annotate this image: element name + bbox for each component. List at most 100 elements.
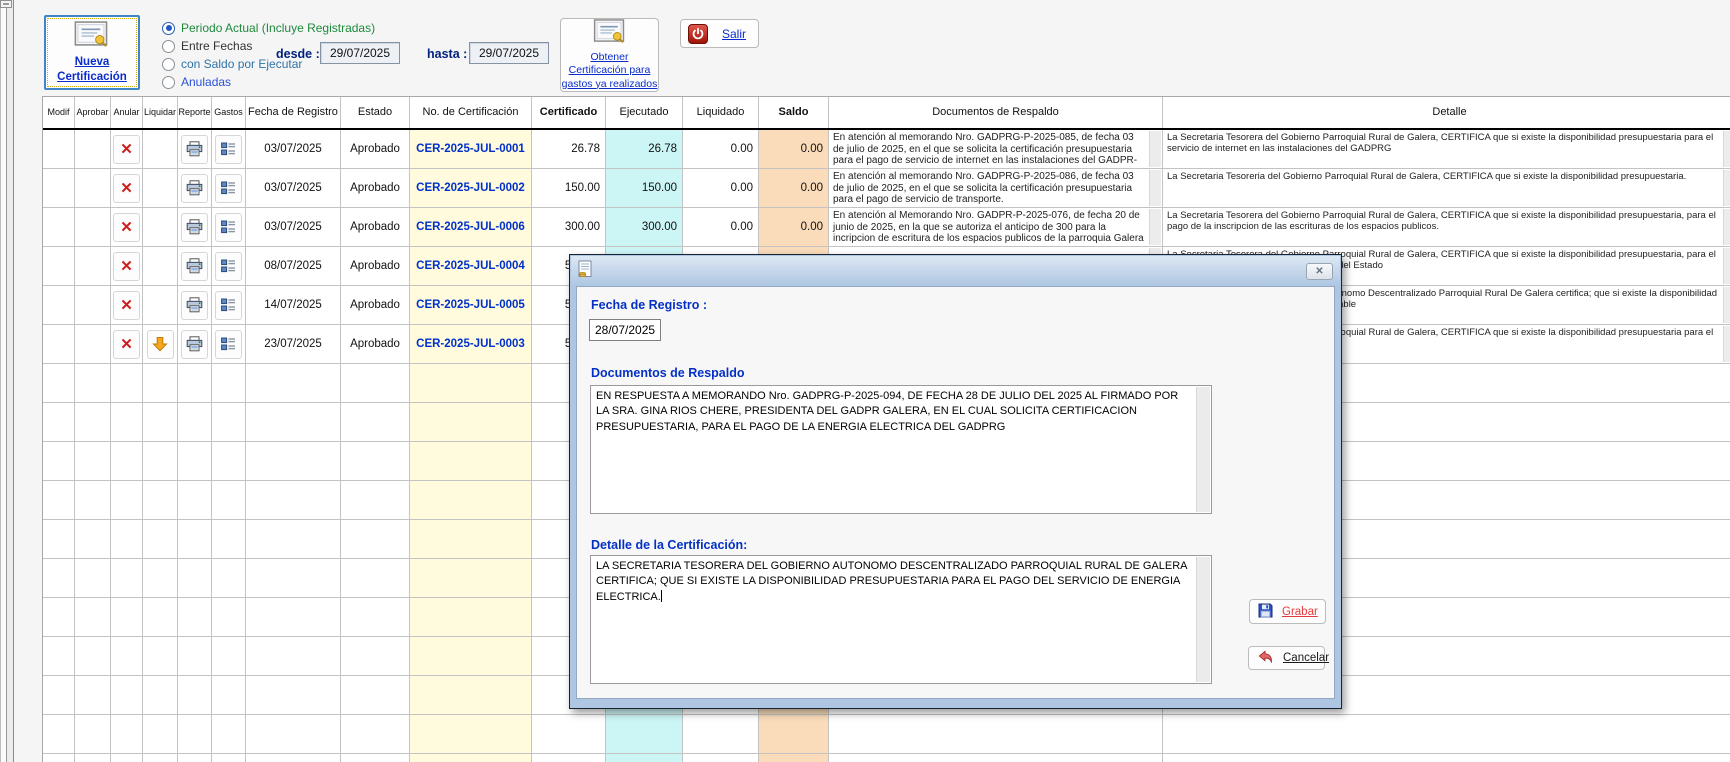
liquidar-button[interactable] [147, 330, 174, 359]
cell-scrollbar[interactable] [1149, 170, 1161, 206]
radio-option-3[interactable]: Anuladas [162, 75, 375, 89]
reporte-cell [178, 286, 212, 325]
cell-scrollbar[interactable] [1723, 131, 1730, 167]
salir-button[interactable]: Salir [680, 19, 759, 48]
empty-cell [532, 754, 606, 762]
printer-icon [186, 336, 203, 352]
empty-cell [212, 559, 246, 598]
reporte-button[interactable] [181, 330, 208, 359]
empty-cell [1163, 754, 1730, 762]
gastos-button[interactable] [215, 252, 242, 281]
empty-cell [410, 715, 532, 754]
reporte-button[interactable] [181, 213, 208, 242]
empty-cell [143, 754, 178, 762]
radio-icon[interactable] [162, 22, 175, 35]
anular-button[interactable]: ✕ [113, 252, 140, 281]
radio-icon[interactable] [162, 76, 175, 89]
grabar-label: Grabar [1282, 606, 1318, 618]
fecha-registro-label: Fecha de Registro : [591, 298, 707, 312]
gastos-button[interactable] [215, 174, 242, 203]
obtener-certificacion-button[interactable]: Obtener Certificación para gastos ya rea… [560, 18, 659, 92]
fecha-registro-input[interactable]: 28/07/2025 [589, 319, 661, 341]
empty-cell [43, 442, 75, 481]
cancelar-button[interactable]: Cancelar [1248, 646, 1325, 670]
reporte-button[interactable] [181, 135, 208, 164]
cell-scrollbar[interactable] [1149, 209, 1161, 245]
modif-cell [43, 247, 75, 286]
nueva-certificacion-button[interactable]: Nueva Certificación [44, 15, 140, 90]
cell-scrollbar[interactable] [1723, 170, 1730, 206]
certification-number-link[interactable]: CER-2025-JUL-0003 [410, 325, 532, 364]
detalle-cell-text: La Secretaria Tesoreria del Gobierno Par… [1167, 171, 1686, 182]
empty-cell [75, 481, 111, 520]
documentos-respaldo-cell: En atención al memorando Nro. GADPRG-P-2… [829, 169, 1163, 208]
reporte-button[interactable] [181, 174, 208, 203]
cell-scrollbar[interactable] [1723, 248, 1730, 284]
radio-icon[interactable] [162, 58, 175, 71]
empty-cell [246, 403, 341, 442]
anular-button[interactable]: ✕ [113, 213, 140, 242]
anular-button[interactable]: ✕ [113, 330, 140, 359]
detalle-certificacion-textarea[interactable]: LA SECRETARIA TESORERA DEL GOBIERNO AUTO… [590, 555, 1212, 684]
radio-icon[interactable] [162, 40, 175, 53]
cell-scrollbar[interactable] [1723, 326, 1730, 362]
empty-cell [410, 754, 532, 762]
textarea-scrollbar[interactable] [1196, 387, 1210, 512]
column-header-modif: Modif [43, 97, 75, 128]
table-row: ✕03/07/2025AprobadoCER-2025-JUL-0006300.… [43, 208, 1730, 247]
liquidar-cell [143, 169, 178, 208]
certification-number-link[interactable]: CER-2025-JUL-0004 [410, 247, 532, 286]
cell-scrollbar[interactable] [1723, 287, 1730, 323]
radio-option-label: Periodo Actual (Incluye Registradas) [181, 21, 375, 35]
empty-table-row [43, 715, 1730, 754]
certification-number-link[interactable]: CER-2025-JUL-0002 [410, 169, 532, 208]
modif-cell [43, 325, 75, 364]
printer-icon [186, 258, 203, 274]
empty-cell [829, 754, 1163, 762]
documentos-respaldo-textarea[interactable]: EN RESPUESTA A MEMORANDO Nro. GADPRG-P-2… [590, 385, 1212, 514]
grabar-button[interactable]: Grabar [1249, 599, 1326, 624]
empty-cell [75, 715, 111, 754]
reporte-button[interactable] [181, 291, 208, 320]
modif-cell [43, 169, 75, 208]
radio-option-0[interactable]: Periodo Actual (Incluye Registradas) [162, 21, 375, 35]
gastos-button[interactable] [215, 135, 242, 164]
aprobar-cell [75, 325, 111, 364]
certification-number-link[interactable]: CER-2025-JUL-0005 [410, 286, 532, 325]
dialog-titlebar[interactable]: ✕ [571, 256, 1340, 286]
anular-cell: ✕ [111, 208, 143, 247]
gastos-button[interactable] [215, 213, 242, 242]
liquidar-cell [143, 286, 178, 325]
cell-scrollbar[interactable] [1723, 209, 1730, 245]
empty-cell [43, 403, 75, 442]
desde-date-input[interactable]: 29/07/2025 [320, 42, 400, 64]
gastos-cell [212, 325, 246, 364]
empty-cell [341, 364, 410, 403]
empty-cell [212, 364, 246, 403]
gastos-cell [212, 286, 246, 325]
desde-label: desde : [276, 47, 320, 61]
empty-cell [111, 637, 143, 676]
empty-cell [341, 754, 410, 762]
anular-cell: ✕ [111, 247, 143, 286]
close-icon[interactable]: ✕ [1306, 263, 1333, 280]
anular-button[interactable]: ✕ [113, 174, 140, 203]
empty-cell [178, 559, 212, 598]
certification-number-link[interactable]: CER-2025-JUL-0006 [410, 208, 532, 247]
anular-button[interactable]: ✕ [113, 135, 140, 164]
certification-number-link[interactable]: CER-2025-JUL-0001 [410, 130, 532, 169]
empty-cell [178, 754, 212, 762]
textarea-scrollbar[interactable] [1196, 557, 1210, 682]
gastos-button[interactable] [215, 330, 242, 359]
gastos-button[interactable] [215, 291, 242, 320]
anular-button[interactable]: ✕ [113, 291, 140, 320]
empty-cell [178, 715, 212, 754]
details-list-icon [221, 220, 236, 234]
empty-cell [246, 559, 341, 598]
hasta-date-input[interactable]: 29/07/2025 [469, 42, 549, 64]
dialog-body: Fecha de Registro : 28/07/2025 Documento… [576, 286, 1335, 699]
cell-scrollbar[interactable] [1149, 131, 1161, 167]
empty-cell [341, 715, 410, 754]
liquidar-cell [143, 208, 178, 247]
reporte-button[interactable] [181, 252, 208, 281]
